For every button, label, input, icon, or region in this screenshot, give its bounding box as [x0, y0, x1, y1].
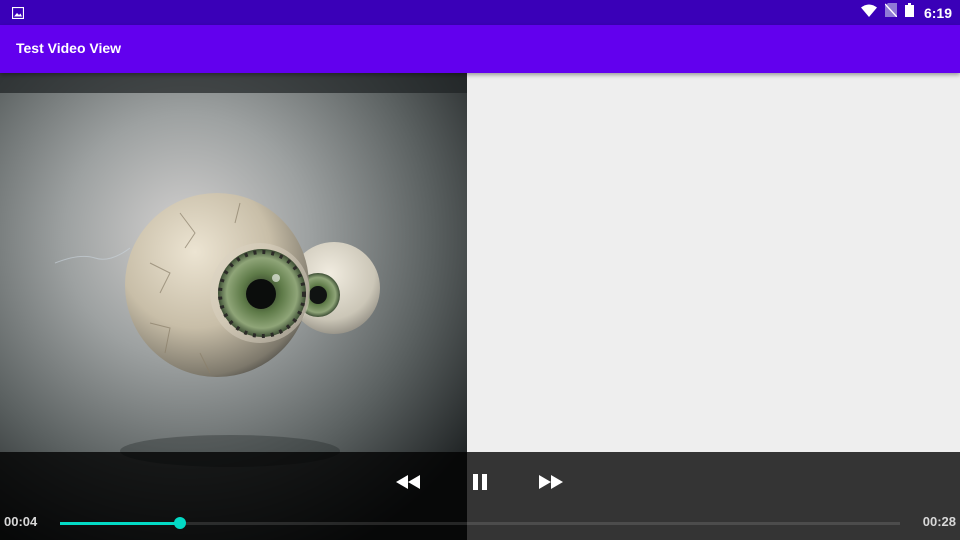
battery-icon — [904, 3, 914, 22]
no-sim-icon — [884, 3, 898, 22]
image-notification-icon — [11, 6, 25, 24]
fast-forward-button[interactable] — [533, 470, 569, 494]
seek-thumb[interactable] — [174, 517, 187, 529]
rewind-button[interactable] — [390, 470, 426, 494]
media-controller: 00:04 00:28 — [0, 452, 960, 540]
seek-bar[interactable] — [60, 517, 900, 529]
rewind-icon — [396, 475, 420, 489]
duration: 00:28 — [922, 514, 956, 529]
content-area — [467, 73, 960, 452]
current-time: 00:04 — [4, 514, 38, 529]
app-bar: Test Video View — [0, 25, 960, 73]
app-title: Test Video View — [16, 40, 122, 56]
pause-icon — [473, 474, 487, 490]
seek-progress — [60, 522, 181, 525]
fast-forward-icon — [539, 475, 563, 489]
status-time: 6:19 — [923, 4, 952, 21]
status-bar: 6:19 — [0, 0, 960, 25]
pause-button[interactable] — [462, 470, 498, 494]
wifi-icon — [860, 4, 877, 22]
